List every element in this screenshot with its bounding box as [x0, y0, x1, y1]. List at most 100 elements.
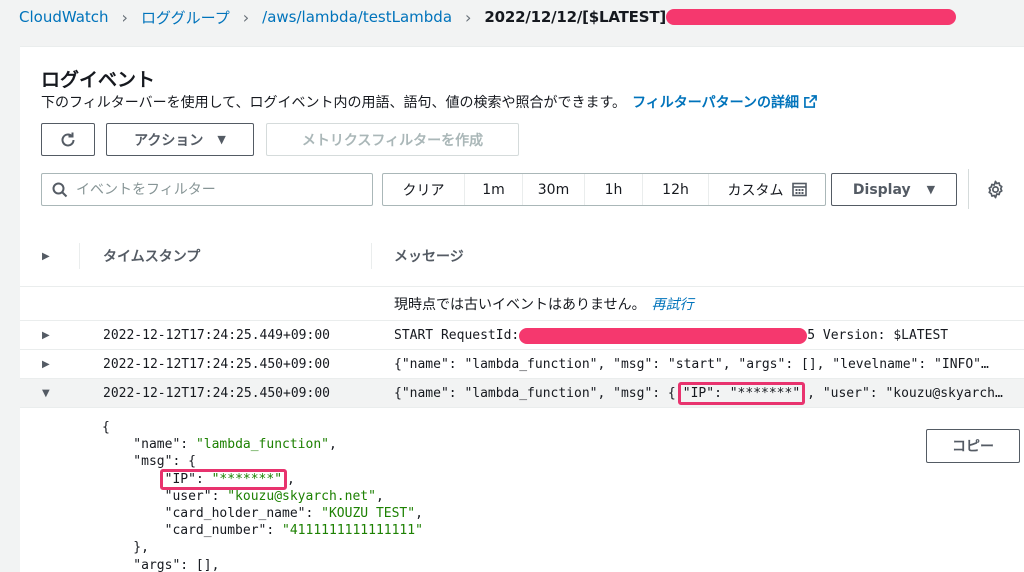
- json-line: {: [102, 419, 423, 436]
- row-message: {"name": "lambda_function", "msg": "star…: [394, 357, 989, 372]
- json-key: "card_holder_name": [102, 506, 306, 522]
- json-view: { "name": "lambda_function", "msg": { "I…: [102, 419, 423, 572]
- redaction-mark: [519, 327, 808, 344]
- range-custom-label: カスタム: [727, 182, 784, 199]
- json-key: "IP": [164, 471, 196, 487]
- json-line: "card_number": "4111111111111111": [102, 523, 423, 539]
- json-text: },: [102, 540, 149, 556]
- range-clear[interactable]: クリア: [383, 174, 465, 205]
- column-header-message[interactable]: メッセージ: [394, 225, 464, 287]
- caret-down-icon: ▼: [217, 133, 226, 146]
- json-line: },: [102, 539, 423, 556]
- expanded-event-detail: { "name": "lambda_function", "msg": { "I…: [20, 409, 1024, 572]
- search-icon: [52, 182, 68, 197]
- column-header-timestamp[interactable]: タイムスタンプ: [103, 225, 200, 287]
- notice-text: 現時点では古いイベントはありません。: [394, 296, 646, 313]
- range-30m[interactable]: 30m: [523, 174, 585, 205]
- expand-all-toggle[interactable]: ▶: [42, 225, 50, 287]
- json-value: "4111111111111111": [282, 523, 423, 539]
- event-filter-input[interactable]: [76, 181, 356, 198]
- json-punct: ,: [415, 506, 423, 522]
- json-key: "user": [102, 488, 212, 504]
- chevron-right-icon: ›: [121, 7, 128, 27]
- panel-description: 下のフィルターバーを使用して、ログイベント内の用語、語句、値の検索や照合ができま…: [41, 92, 817, 112]
- json-punct: : [],: [180, 557, 220, 572]
- create-metric-filter-button[interactable]: メトリクスフィルターを作成: [266, 123, 519, 156]
- breadcrumb-cloudwatch[interactable]: CloudWatch: [19, 8, 109, 26]
- copy-button[interactable]: コピー: [926, 429, 1020, 463]
- range-1h[interactable]: 1h: [585, 174, 643, 205]
- json-line: "args": [],: [102, 557, 423, 572]
- json-text: {: [102, 420, 110, 435]
- json-line: "IP": "*******",: [102, 468, 423, 490]
- json-punct: ,: [329, 437, 337, 453]
- column-divider: [371, 243, 372, 269]
- json-value: "kouzu@skyarch.net": [227, 488, 376, 504]
- json-value: "lambda_function": [195, 437, 329, 453]
- display-dropdown[interactable]: Display ▼: [831, 173, 957, 206]
- highlight-box: "IP": "*******": [677, 382, 806, 405]
- caret-right-icon[interactable]: ▶: [42, 350, 50, 379]
- log-events-panel: ログイベント 下のフィルターバーを使用して、ログイベント内の用語、語句、値の検索…: [20, 46, 1024, 572]
- breadcrumb-log-stream: 2022/12/12/[$LATEST]: [484, 8, 667, 26]
- json-key: "args": [102, 557, 181, 572]
- caret-down-icon[interactable]: ▼: [42, 379, 50, 408]
- display-label: Display: [852, 181, 911, 198]
- table-row[interactable]: ▶ 2022-12-12T17:24:25.450+09:00 {"name":…: [20, 350, 1024, 379]
- json-punct: : {: [172, 454, 196, 470]
- json-line: "user": "kouzu@skyarch.net",: [102, 488, 384, 504]
- panel-title: ログイベント: [41, 69, 156, 91]
- no-older-events-notice: 現時点では古いイベントはありません。 再試行: [20, 287, 1024, 321]
- range-1m[interactable]: 1m: [465, 174, 523, 205]
- json-punct: ,: [375, 488, 384, 504]
- range-12h[interactable]: 12h: [643, 174, 709, 205]
- table-row-expanded[interactable]: ▼ 2022-12-12T17:24:25.450+09:00 {"name":…: [20, 379, 1024, 408]
- breadcrumb-log-groups[interactable]: ロググループ: [141, 7, 230, 28]
- row-timestamp: 2022-12-12T17:24:25.449+09:00: [103, 328, 330, 343]
- external-link-icon[interactable]: [804, 95, 817, 108]
- json-line: "card_holder_name": "KOUZU TEST",: [102, 506, 423, 522]
- retry-link[interactable]: 再試行: [652, 294, 694, 314]
- caret-down-icon: ▼: [926, 183, 936, 196]
- chevron-right-icon: ›: [465, 7, 472, 27]
- actions-dropdown[interactable]: アクション ▼: [106, 123, 254, 156]
- column-divider: [79, 243, 80, 269]
- breadcrumb: CloudWatch › ロググループ › /aws/lambda/testLa…: [0, 0, 1024, 34]
- json-value: "KOUZU TEST": [321, 506, 416, 522]
- gear-icon[interactable]: [986, 180, 1005, 199]
- create-metric-filter-label: メトリクスフィルターを作成: [301, 132, 484, 149]
- row-message: {"name": "lambda_function", "msg": { "IP…: [394, 379, 1024, 408]
- copy-label: コピー: [952, 439, 994, 455]
- filter-pattern-link[interactable]: フィルターパターンの詳細: [632, 95, 799, 111]
- table-row[interactable]: ▶ 2022-12-12T17:24:25.449+09:00 START Re…: [20, 321, 1024, 350]
- chevron-right-icon: ›: [242, 7, 250, 27]
- actions-label: アクション: [134, 132, 204, 149]
- description-text: 下のフィルターバーを使用して、ログイベント内の用語、語句、値の検索や照合ができま…: [41, 95, 627, 111]
- calendar-icon: [791, 182, 807, 197]
- row-message-prefix: START RequestId:: [394, 328, 520, 343]
- json-key: "card_number": [102, 523, 267, 539]
- time-range-selector: クリア 1m 30m 1h 12h カスタム: [382, 173, 826, 206]
- refresh-button[interactable]: [41, 123, 95, 156]
- json-punct: ,: [287, 471, 295, 487]
- row-message-suffix: 5 Version: $LATEST: [807, 328, 949, 343]
- json-key: "name": [102, 437, 181, 453]
- row-message-prefix: {"name": "lambda_function", "msg": {: [394, 386, 676, 401]
- row-timestamp: 2022-12-12T17:24:25.450+09:00: [103, 386, 330, 401]
- toolbar-divider: [968, 169, 969, 209]
- redaction-mark: [666, 9, 957, 25]
- json-value: "*******": [211, 471, 283, 487]
- range-custom[interactable]: カスタム: [709, 174, 825, 205]
- event-filter-box[interactable]: [41, 173, 373, 206]
- row-timestamp: 2022-12-12T17:24:25.450+09:00: [103, 357, 330, 372]
- row-message: START RequestId: 5 Version: $LATEST: [394, 321, 1024, 350]
- row-message-suffix: , "user": "kouzu@skyarch…: [807, 386, 1003, 401]
- refresh-icon: [61, 132, 75, 146]
- highlight-box: "IP": "*******": [159, 468, 288, 490]
- json-line: "name": "lambda_function",: [102, 437, 337, 453]
- table-header: ▶ タイムスタンプ メッセージ: [20, 225, 1024, 287]
- breadcrumb-log-group[interactable]: /aws/lambda/testLambda: [262, 8, 452, 26]
- caret-right-icon: ▶: [42, 250, 50, 262]
- caret-right-icon[interactable]: ▶: [42, 321, 50, 350]
- json-key: "msg": [102, 454, 173, 470]
